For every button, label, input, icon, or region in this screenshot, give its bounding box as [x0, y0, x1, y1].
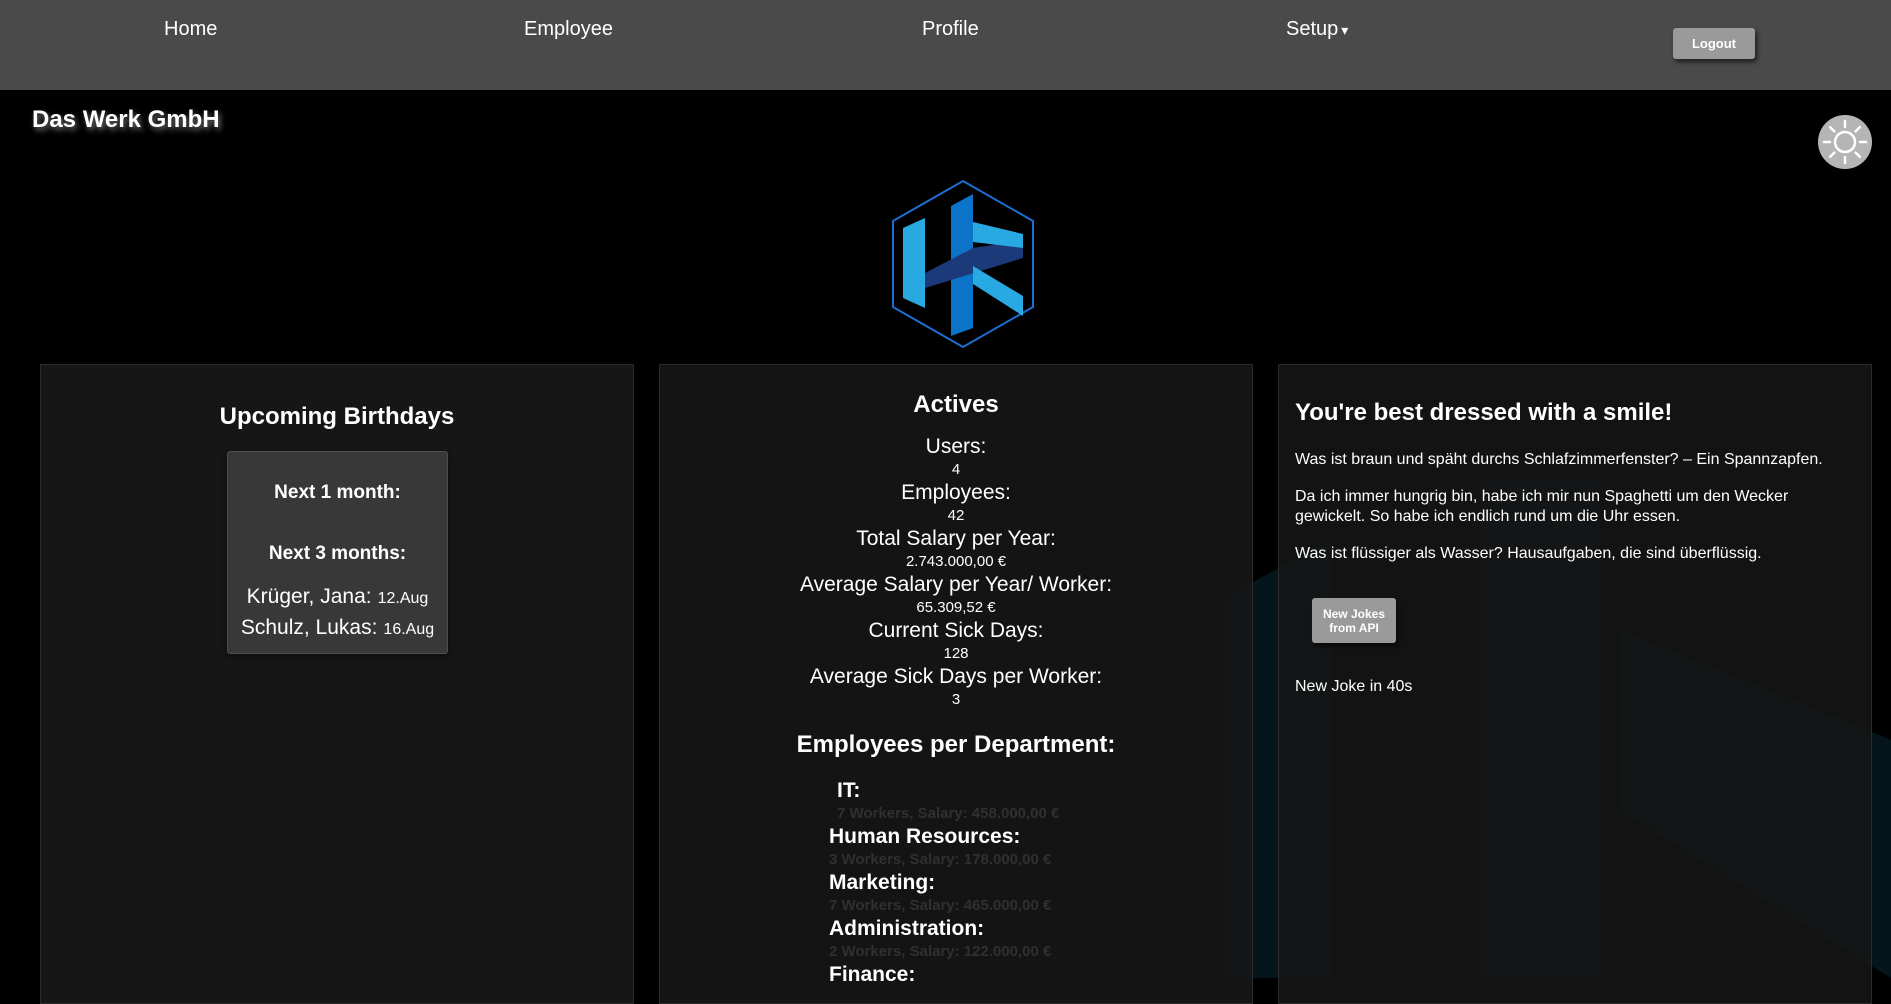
stat-employees-label: Employees:	[901, 481, 1011, 504]
birthdays-list: Next 1 month: Next 3 months: Krüger, Jan…	[227, 451, 448, 654]
department-detail: 3 Workers, Salary: 178.000,00 €	[829, 851, 1052, 868]
stat-users-value: 4	[951, 461, 961, 478]
sun-icon	[1822, 119, 1868, 165]
actives-title: Actives	[913, 391, 999, 418]
departments-title: Employees per Department:	[796, 731, 1116, 758]
company-logo	[892, 179, 1034, 349]
theme-toggle-button[interactable]	[1818, 115, 1872, 169]
nav-home-link[interactable]: Home	[164, 18, 217, 41]
department-detail: 2 Workers, Salary: 122.000,00 €	[829, 943, 1052, 960]
next-3-months-heading: Next 3 months:	[268, 543, 407, 564]
stat-total-salary-label: Total Salary per Year:	[856, 527, 1056, 550]
logout-button[interactable]: Logout	[1673, 28, 1755, 59]
new-jokes-button-line2: from API	[1329, 620, 1379, 635]
birthday-entry: Schulz, Lukas: 16.Aug	[228, 616, 447, 640]
top-navbar: Home Employee Profile Setup ▾ Logout	[0, 0, 1891, 90]
stat-users-label: Users:	[925, 435, 987, 458]
birthdays-title: Upcoming Birthdays	[219, 403, 455, 430]
department-name: Human Resources:	[829, 825, 1021, 848]
joke-timer: New Joke in 40s	[1295, 678, 1413, 695]
joke-text: Was ist flüssiger als Wasser? Hausaufgab…	[1295, 545, 1762, 562]
stat-sick-days-value: 128	[943, 645, 969, 662]
new-jokes-button-line1: New Jokes	[1322, 606, 1386, 621]
stat-employees-value: 42	[947, 507, 965, 524]
department-detail: 7 Workers, Salary: 458.000,00 €	[837, 805, 1060, 822]
nav-setup-dropdown[interactable]: Setup ▾	[1286, 18, 1348, 41]
joke-text: Da ich immer hungrig bin, habe ich mir n…	[1295, 488, 1789, 525]
stat-average-salary-value: 65.309,52 €	[916, 599, 996, 616]
department-name: Finance:	[829, 963, 916, 986]
department-detail: 7 Workers, Salary: 465.000,00 €	[829, 897, 1052, 914]
birthday-name: Krüger, Jana:	[246, 585, 372, 608]
chevron-down-icon: ▾	[1341, 22, 1349, 38]
company-name: Das Werk GmbH	[32, 106, 220, 133]
nav-profile-link[interactable]: Profile	[922, 18, 979, 41]
birthday-date: 12.Aug	[377, 590, 429, 607]
jokes-card: You're best dressed with a smile! Was is…	[1278, 364, 1872, 1004]
department-name: IT:	[837, 779, 861, 802]
joke-text: Was ist braun und späht durchs Schlafzim…	[1295, 451, 1823, 468]
birthday-name: Schulz, Lukas:	[240, 616, 378, 639]
stat-total-salary-value: 2.743.000,00 €	[905, 553, 1007, 570]
birthday-date: 16.Aug	[383, 621, 435, 638]
department-name: Marketing:	[829, 871, 936, 894]
new-jokes-button[interactable]: New Jokes from API	[1312, 598, 1396, 643]
actives-card: Actives Users: 4 Employees: 42 Total Sal…	[659, 364, 1253, 1004]
stat-avg-sick-days-label: Average Sick Days per Worker:	[809, 665, 1103, 688]
jokes-heading: You're best dressed with a smile!	[1295, 399, 1673, 426]
birthdays-card: Upcoming Birthdays Next 1 month: Next 3 …	[40, 364, 634, 1004]
department-name: Administration:	[829, 917, 985, 940]
stat-sick-days-label: Current Sick Days:	[868, 619, 1044, 642]
stat-avg-sick-days-value: 3	[951, 691, 961, 708]
birthday-entry: Krüger, Jana: 12.Aug	[228, 585, 447, 609]
nav-setup-label: Setup	[1286, 18, 1339, 40]
next-1-month-heading: Next 1 month:	[274, 482, 401, 503]
stat-average-salary-label: Average Salary per Year/ Worker:	[799, 573, 1113, 596]
nav-employee-link[interactable]: Employee	[524, 18, 613, 41]
